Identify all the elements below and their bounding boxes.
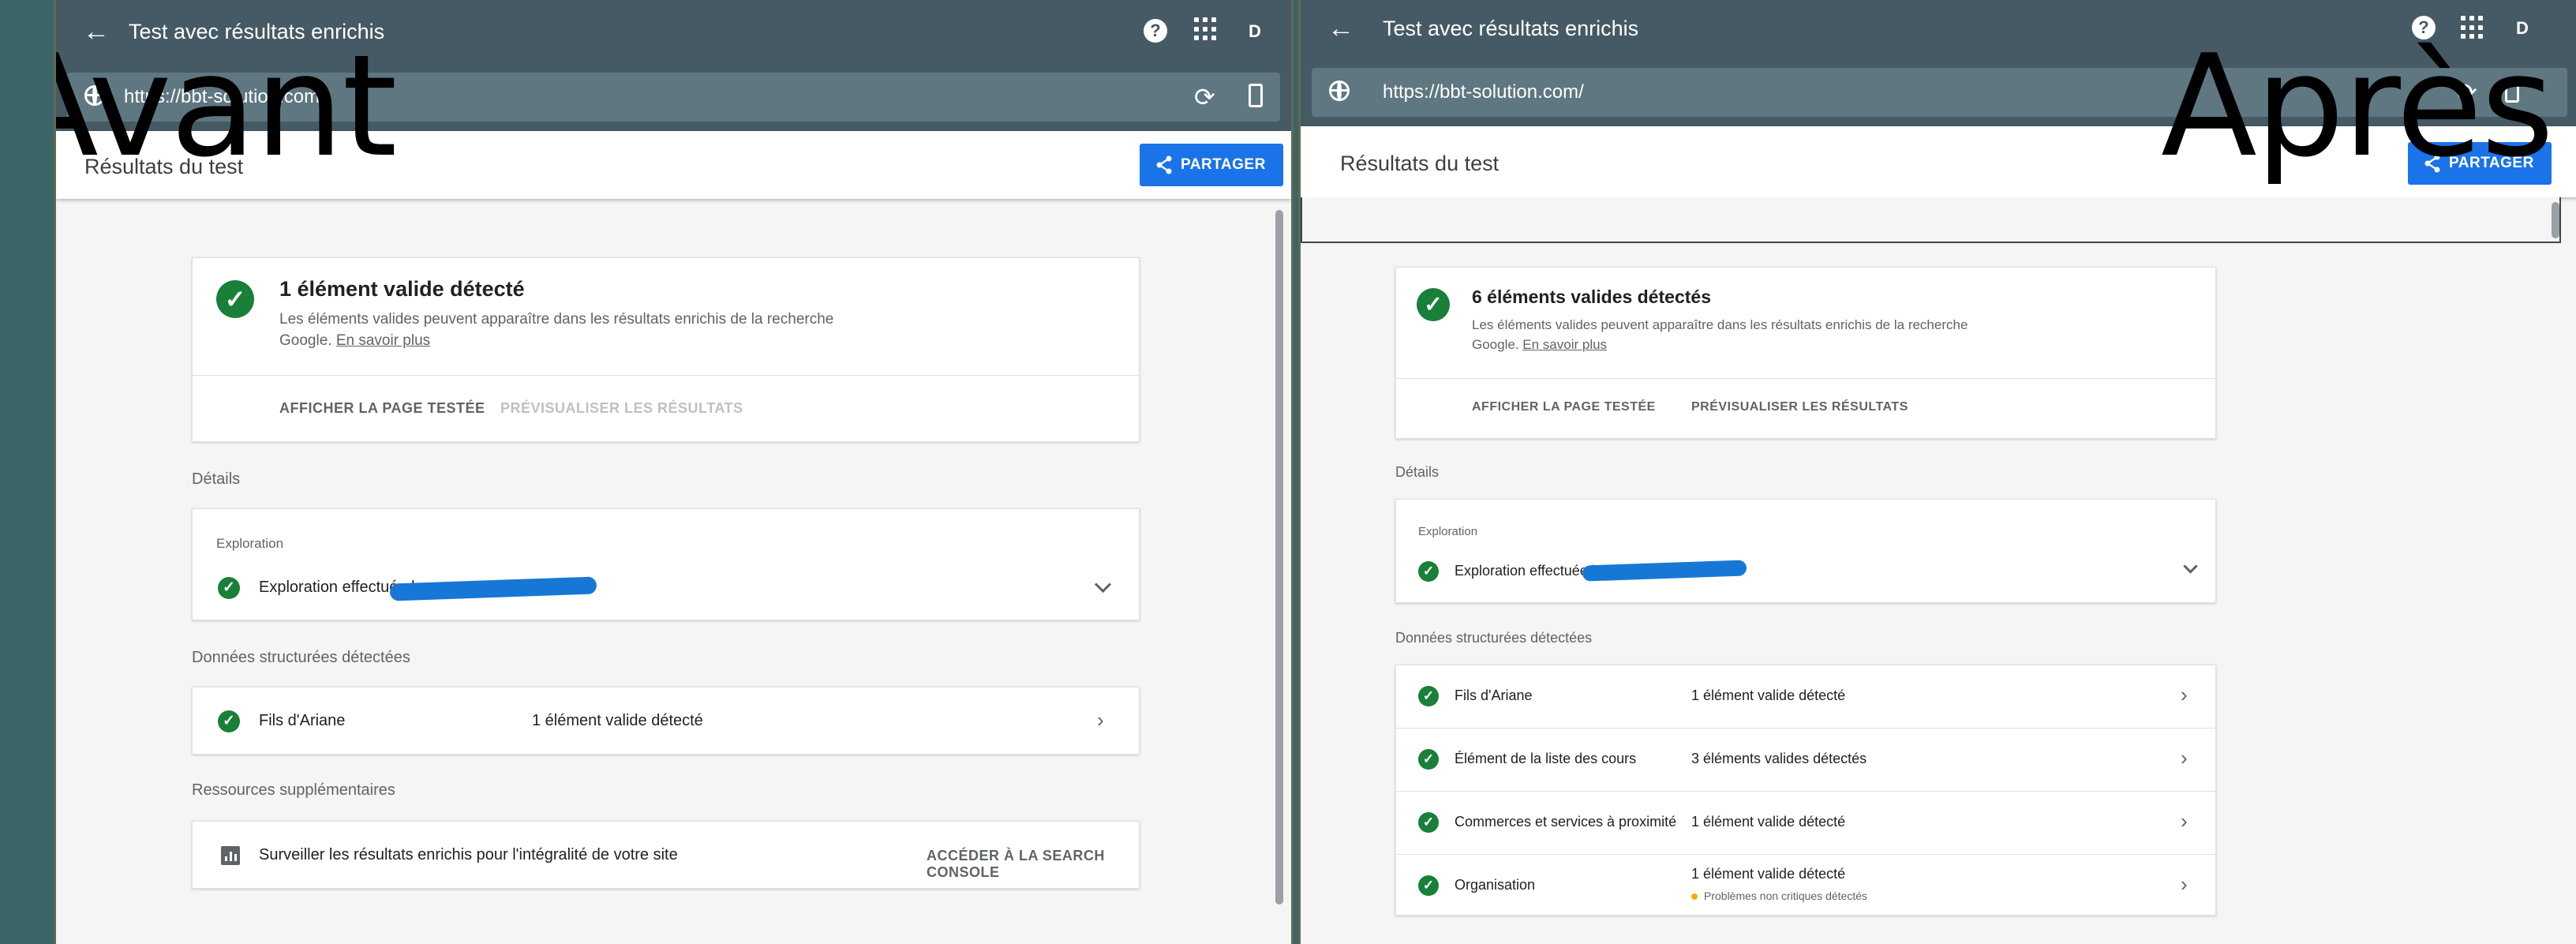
- reload-icon[interactable]: ⟳: [1194, 84, 1215, 111]
- structured-data-card: ✓ Fils d'Ariane 1 élément valide détecté…: [1395, 665, 2216, 916]
- structured-item-status: 3 éléments valides détectés: [1691, 751, 1867, 766]
- page-title: Résultats du test: [1340, 152, 1500, 175]
- chevron-right-icon[interactable]: ›: [1097, 708, 1104, 732]
- summary-description-line: Les éléments valides peuvent apparaître …: [279, 311, 834, 328]
- learn-more-link[interactable]: En savoir plus: [1522, 337, 1607, 352]
- chevron-down-icon[interactable]: [2183, 559, 2198, 574]
- resource-text: Surveiller les résultats enrichis pour l…: [259, 846, 678, 863]
- apps-grid-icon[interactable]: [1194, 17, 1218, 41]
- preview-results-button[interactable]: PRÉVISUALISER LES RÉSULTATS: [500, 400, 743, 417]
- summary-card: ✓ 6 éléments valides détectés Les élémen…: [1395, 267, 2216, 439]
- exploration-label: Exploration: [1418, 525, 1478, 538]
- summary-title: 1 élément valide détecté: [279, 277, 525, 301]
- avatar[interactable]: D: [1249, 17, 1261, 46]
- structured-data-card: ✓ Fils d'Ariane 1 élément valide détecté…: [192, 687, 1140, 755]
- summary-card: ✓ 1 élément valide détecté Les éléments …: [192, 257, 1140, 442]
- structured-item-status: 1 élément valide détecté: [532, 712, 703, 729]
- chevron-right-icon[interactable]: ›: [2181, 683, 2188, 706]
- after-label: Après: [2161, 24, 2554, 188]
- structured-row[interactable]: ✓ Élément de la liste des cours 3 élémen…: [1396, 729, 2215, 791]
- learn-more-link[interactable]: En savoir plus: [336, 332, 430, 349]
- preview-results-button[interactable]: PRÉVISUALISER LES RÉSULTATS: [1691, 400, 1908, 414]
- summary-description: Les éléments valides peuvent apparaître …: [279, 309, 833, 351]
- check-circle-icon: ✓: [216, 280, 254, 318]
- structured-row[interactable]: ✓ Organisation 1 élément valide détecté …: [1396, 855, 2215, 916]
- structured-row[interactable]: ✓ Fils d'Ariane 1 élément valide détecté…: [193, 687, 1139, 755]
- check-circle-icon: ✓: [1418, 749, 1439, 770]
- bar-chart-icon: [221, 846, 240, 865]
- resource-card: Surveiller les résultats enrichis pour l…: [192, 821, 1140, 889]
- structured-item-name: Commerces et services à proximité: [1455, 814, 1677, 830]
- tested-url: https://bbt-solution.com/: [1383, 81, 1584, 103]
- exploration-card[interactable]: Exploration ✓ Exploration effectuée le: [1395, 499, 2216, 603]
- warning-note-text: Problèmes non critiques détectés: [1704, 890, 1867, 902]
- back-arrow-icon[interactable]: ←: [1327, 13, 1354, 44]
- summary-description-line: Les éléments valides peuvent apparaître …: [1472, 317, 1968, 332]
- after-panel: ← Test avec résultats enrichis ? D https…: [1298, 0, 2576, 944]
- structured-item-status: 1 élément valide détecté: [1691, 687, 1846, 703]
- header-shadow-strip: [1301, 197, 2561, 243]
- check-circle-icon: ✓: [218, 577, 240, 599]
- structured-item-name: Fils d'Ariane: [1455, 687, 1533, 703]
- structured-item-status: 1 élément valide détecté: [1691, 866, 1846, 882]
- warning-note: Problèmes non critiques détectés: [1691, 890, 1867, 902]
- check-circle-icon: ✓: [218, 710, 240, 732]
- view-tested-page-button[interactable]: AFFICHER LA PAGE TESTÉE: [1472, 400, 1656, 414]
- scrollbar[interactable]: [1275, 210, 1283, 905]
- share-icon: [1156, 155, 1172, 174]
- check-circle-icon: ✓: [1418, 561, 1439, 582]
- structured-item-name: Organisation: [1455, 877, 1536, 893]
- exploration-card[interactable]: Exploration ✓ Exploration effectuée le: [192, 508, 1140, 620]
- summary-description-google: Google.: [279, 332, 332, 349]
- structured-item-status: 1 élément valide détecté: [1691, 814, 1846, 830]
- check-circle-icon: ✓: [1418, 812, 1439, 833]
- share-button-label: PARTAGER: [1181, 156, 1266, 173]
- summary-description-google: Google.: [1472, 337, 1519, 352]
- structured-row[interactable]: ✓ Fils d'Ariane 1 élément valide détecté…: [1396, 665, 2215, 728]
- redacted-date: [1582, 560, 1747, 582]
- chevron-right-icon[interactable]: ›: [2181, 809, 2188, 833]
- summary-description: Les éléments valides peuvent apparaître …: [1472, 315, 1968, 354]
- chevron-right-icon[interactable]: ›: [2181, 872, 2188, 896]
- window-title: Test avec résultats enrichis: [1383, 17, 1639, 40]
- structured-item-name: Fils d'Ariane: [259, 712, 346, 729]
- chevron-down-icon[interactable]: [1094, 575, 1112, 594]
- before-panel: ← Test avec résultats enrichis ? D https…: [54, 0, 1294, 944]
- help-icon[interactable]: ?: [1144, 19, 1167, 43]
- summary-title: 6 éléments valides détectés: [1472, 287, 1711, 307]
- globe-icon: [1329, 81, 1350, 101]
- chevron-right-icon[interactable]: ›: [2181, 746, 2188, 770]
- summary-description-line2: Google. En savoir plus: [1472, 335, 1968, 354]
- exploration-text: Exploration effectuée le: [1455, 563, 1603, 579]
- summary-description-line2: Google. En savoir plus: [279, 330, 833, 351]
- structured-item-name: Élément de la liste des cours: [1455, 751, 1637, 766]
- view-tested-page-button[interactable]: AFFICHER LA PAGE TESTÉE: [279, 400, 485, 417]
- structured-data-label: Données structurées détectées: [1395, 630, 1593, 646]
- before-label: Avant: [56, 24, 397, 188]
- divider: [1396, 378, 2215, 379]
- details-label: Détails: [1395, 464, 1440, 480]
- check-circle-icon: ✓: [1418, 875, 1439, 896]
- structured-row[interactable]: ✓ Commerces et services à proximité 1 él…: [1396, 792, 2215, 854]
- details-label: Détails: [192, 470, 241, 488]
- structured-data-label: Données structurées détectées: [192, 649, 410, 666]
- check-circle-icon: ✓: [1417, 288, 1450, 321]
- search-console-link[interactable]: ACCÉDER À LA SEARCH CONSOLE: [927, 848, 1139, 881]
- resources-label: Ressources supplémentaires: [192, 781, 395, 799]
- share-button[interactable]: PARTAGER: [1140, 144, 1283, 186]
- scrollbar[interactable]: [2552, 202, 2559, 238]
- exploration-label: Exploration: [216, 536, 284, 551]
- warning-dot-icon: [1691, 893, 1698, 901]
- device-icon[interactable]: [1249, 84, 1263, 107]
- check-circle-icon: ✓: [1418, 686, 1439, 706]
- divider: [193, 375, 1139, 376]
